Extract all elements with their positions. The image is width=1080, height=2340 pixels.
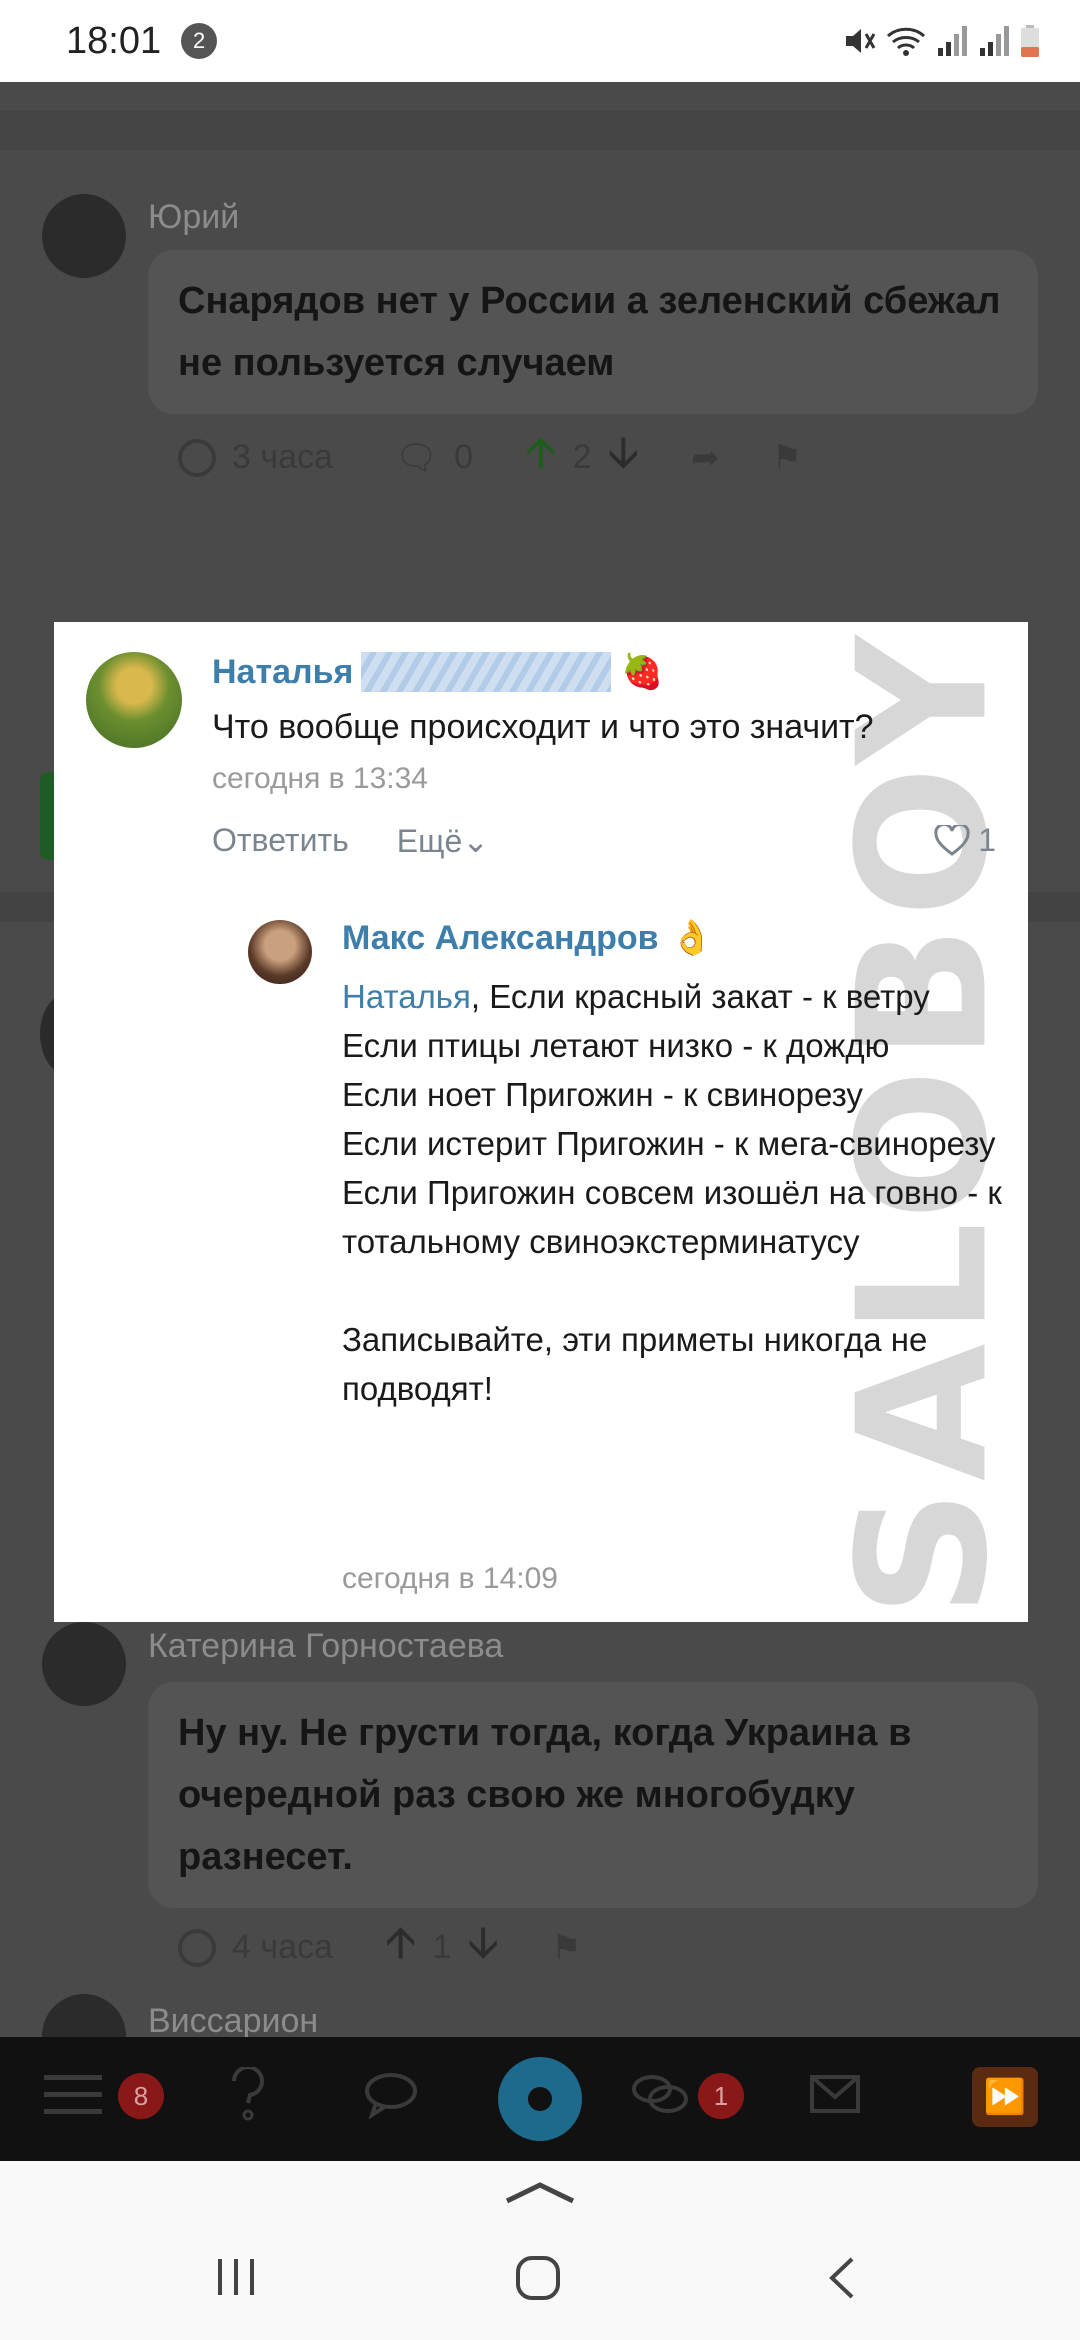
- recent-apps-icon[interactable]: [214, 2255, 258, 2299]
- ok-hand-icon: 👌: [670, 919, 713, 957]
- avatar[interactable]: [248, 920, 312, 984]
- score: 2: [572, 438, 592, 476]
- more-button[interactable]: Ещё⌄: [397, 822, 489, 860]
- fast-forward-icon: ⏩: [983, 2078, 1027, 2116]
- share-icon[interactable]: ➦: [691, 438, 720, 478]
- flag-icon[interactable]: ⚑: [772, 438, 802, 478]
- reply-line: Если птицы летают низко - к дождю: [342, 1027, 890, 1064]
- reply-line: Если истерит Пригожин - к мега-свинорезу: [342, 1125, 996, 1162]
- reply-header: Макс Александров 👌: [342, 918, 713, 958]
- notification-count-badge: 2: [181, 23, 218, 59]
- blurred-surname: [361, 652, 612, 692]
- more-label: Ещё: [396, 823, 463, 859]
- quoted-comment-card: SALOBOY Наталья 🍓 Что вообще происходит …: [54, 622, 1028, 1622]
- mail-icon[interactable]: [810, 2075, 860, 2120]
- reply-count-icon[interactable]: 🗨: [395, 438, 438, 478]
- back-icon[interactable]: [826, 2255, 856, 2301]
- comment-author[interactable]: Юрий: [148, 198, 239, 237]
- comment-time: 3 часа: [232, 438, 333, 476]
- home-nav-icon[interactable]: [515, 2255, 561, 2301]
- clock-icon: [178, 438, 216, 477]
- comment-actions: Ответить Ещё⌄: [212, 822, 489, 860]
- like-count: 1: [978, 822, 996, 858]
- reply-line: Если Пригожин совсем изошёл на говно - к…: [342, 1174, 1002, 1260]
- comment-text: Ну ну. Не грусти тогда, когда Украина в …: [148, 1682, 1038, 1908]
- reply-count: 0: [454, 438, 473, 476]
- comment-author[interactable]: Виссарион: [148, 2002, 318, 2041]
- reply-mention[interactable]: Наталья: [342, 978, 471, 1015]
- clock-icon: [178, 1928, 216, 1967]
- heart-icon: [934, 824, 970, 856]
- avatar[interactable]: [42, 194, 126, 278]
- system-navigation-bar: [0, 2161, 1080, 2340]
- reply-author[interactable]: Макс Александров: [342, 919, 659, 958]
- chat-icon[interactable]: [364, 2071, 418, 2124]
- comment-time: 4 часа: [232, 1928, 333, 1966]
- signal-icon: [980, 26, 1009, 56]
- bottom-app-bar: 8 1 ⏩: [0, 2037, 1080, 2161]
- menu-badge: 8: [118, 2073, 164, 2119]
- comment-time: сегодня в 13:34: [212, 762, 428, 795]
- comment-text: Что вообще происходит и что это значит?: [212, 708, 874, 746]
- menu-icon[interactable]: [44, 2071, 102, 2124]
- like-button[interactable]: 1: [934, 822, 996, 859]
- comments-icon[interactable]: [630, 2071, 690, 2124]
- comment-header: Наталья 🍓: [212, 652, 664, 692]
- home-button[interactable]: [498, 2057, 582, 2141]
- reply-time: сегодня в 14:09: [342, 1562, 558, 1595]
- comment-author[interactable]: Наталья: [212, 653, 353, 692]
- reply-line: Записывайте, эти приметы никогда не подв…: [342, 1321, 928, 1407]
- comment-meta: 4 часа 🡩 1 🡫 ⚑: [178, 1910, 581, 1985]
- status-bar: 18:01 2: [0, 0, 1080, 82]
- chevron-down-icon: ⌄: [462, 823, 490, 859]
- battery-icon: [1021, 25, 1039, 57]
- reply-line: , Если красный закат - к ветру: [470, 978, 930, 1015]
- fast-forward-button[interactable]: ⏩: [972, 2067, 1038, 2127]
- score: 1: [432, 1928, 452, 1966]
- help-icon[interactable]: [228, 2065, 268, 2128]
- comment-text: Снарядов нет у России а зеленский сбежал…: [148, 250, 1038, 414]
- signal-icon: [938, 26, 967, 56]
- flag-icon[interactable]: ⚑: [551, 1928, 581, 1968]
- downvote-icon[interactable]: 🡫: [467, 1910, 499, 1985]
- wifi-icon: [886, 27, 926, 56]
- comment-author[interactable]: Катерина Горностаева: [148, 1627, 503, 1666]
- avatar[interactable]: [86, 652, 182, 748]
- raspberry-icon: 🍓: [621, 653, 664, 691]
- upvote-icon[interactable]: 🡩: [385, 1910, 417, 1985]
- comment-meta: 3 часа 🗨 0 🡩 2 🡫 ➦ ⚑: [178, 420, 802, 495]
- upvote-icon[interactable]: 🡩: [525, 420, 557, 495]
- messages-badge: 1: [698, 2073, 744, 2119]
- avatar[interactable]: [42, 1622, 126, 1706]
- mute-icon: [846, 29, 876, 53]
- downvote-icon[interactable]: 🡫: [608, 420, 640, 495]
- reply-button[interactable]: Ответить: [212, 822, 349, 860]
- feed-header-strip: [0, 110, 1080, 150]
- status-time: 18:01: [66, 19, 162, 62]
- reply-text: Наталья, Если красный закат - к ветру Ес…: [342, 972, 1002, 1413]
- status-icons: [842, 24, 1040, 58]
- chevron-up-icon[interactable]: [505, 2177, 575, 2205]
- reply-line: Если ноет Пригожин - к свинорезу: [342, 1076, 863, 1113]
